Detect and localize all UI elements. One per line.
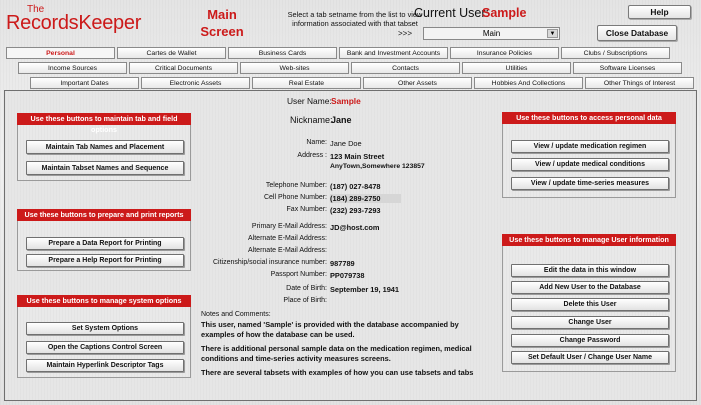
phone-value: (187) 027-8478	[330, 182, 381, 191]
add-user-button[interactable]: Add New User to the Database	[511, 281, 669, 294]
current-user-label: Current User:	[414, 6, 490, 20]
address-line1: 123 Main Street	[330, 152, 385, 161]
citizenship-label: Citizenship/social insurance number:	[213, 259, 327, 266]
alt-email-label-2: Alternate E-Mail Address:	[248, 247, 327, 254]
maintain-tab-names-button[interactable]: Maintain Tab Names and Placement	[26, 140, 184, 154]
tab-electronic-assets[interactable]: Electronic Assets	[141, 77, 250, 89]
user-info-group: Use these buttons to manage User informa…	[502, 234, 676, 372]
system-options-group: Use these buttons to manage system optio…	[17, 295, 191, 378]
time-series-measures-button[interactable]: View / update time-series measures	[511, 177, 669, 190]
tab-utilities[interactable]: Utilities	[462, 62, 571, 74]
dob-label: Date of Birth:	[286, 285, 327, 292]
close-database-button[interactable]: Close Database	[597, 25, 677, 41]
maintain-tabset-names-button[interactable]: Maintain Tabset Names and Sequence	[26, 161, 184, 175]
tab-software-licenses[interactable]: Software Licenses	[573, 62, 682, 74]
arrow-indicator: >>>	[398, 29, 413, 38]
tabset-select[interactable]: Main ▼	[423, 27, 560, 40]
set-system-options-button[interactable]: Set System Options	[26, 322, 184, 335]
change-password-button[interactable]: Change Password	[511, 334, 669, 347]
tabset-select-value: Main	[482, 29, 501, 38]
tab-business-cards[interactable]: Business Cards	[228, 47, 337, 59]
email-value: JD@host.com	[330, 223, 380, 232]
brand-logo: RecordsKeeper	[6, 12, 142, 34]
reports-group: Use these buttons to prepare and print r…	[17, 209, 191, 271]
edit-data-button[interactable]: Edit the data in this window	[511, 264, 669, 277]
phone-label: Telephone Number:	[265, 182, 327, 189]
address-label: Address :	[297, 152, 327, 159]
tab-other-assets[interactable]: Other Assets	[363, 77, 472, 89]
screen-title-line1: Main	[207, 7, 237, 22]
personal-data-group: Use these buttons to access personal dat…	[502, 112, 676, 198]
notes-paragraph-2: There is additional personal sample data…	[201, 344, 472, 363]
notes-paragraph-3: There are several tabsets with examples …	[201, 368, 474, 377]
set-default-user-button[interactable]: Set Default User / Change User Name	[511, 351, 669, 364]
tab-field-options-group: Use these buttons to maintain tab and fi…	[17, 113, 191, 181]
tab-other-things[interactable]: Other Things of Interest	[585, 77, 694, 89]
tabset-instructions: Select a tab setname from the list to vi…	[287, 10, 423, 28]
screen-title: Main Screen	[192, 6, 252, 40]
tab-contacts[interactable]: Contacts	[351, 62, 460, 74]
system-options-title: Use these buttons to manage system optio…	[17, 295, 191, 307]
help-button[interactable]: Help	[628, 5, 691, 19]
chevron-down-icon[interactable]: ▼	[547, 29, 558, 38]
tab-web-sites[interactable]: Web-sites	[240, 62, 349, 74]
screen-title-line2: Screen	[200, 24, 244, 39]
prepare-help-report-button[interactable]: Prepare a Help Report for Printing	[26, 254, 184, 267]
user-info-title: Use these buttons to manage User informa…	[502, 234, 676, 246]
current-user-value: Sample	[482, 6, 527, 20]
cell-label: Cell Phone Number:	[263, 194, 327, 201]
alt-email-label-1: Alternate E-Mail Address:	[248, 235, 327, 242]
notes-label: Notes and Comments:	[201, 311, 271, 318]
fax-label: Fax Number:	[286, 206, 327, 213]
reports-title: Use these buttons to prepare and print r…	[17, 209, 191, 221]
passport-label: Passport Number:	[270, 271, 327, 278]
tab-important-dates[interactable]: Important Dates	[30, 77, 139, 89]
notes-paragraph-1: This user, named 'Sample' is provided wi…	[201, 320, 459, 339]
tab-field-options-title: Use these buttons to maintain tab and fi…	[17, 113, 191, 134]
captions-control-button[interactable]: Open the Captions Control Screen	[26, 341, 184, 354]
address-line2: AnyTown,Somewhere 123857	[330, 163, 425, 170]
fax-value: (232) 293-7293	[330, 206, 381, 215]
tab-personal[interactable]: Personal	[6, 47, 115, 59]
tab-insurance-policies[interactable]: Insurance Policies	[450, 47, 559, 59]
tab-hobbies-collections[interactable]: Hobbies And Collections	[474, 77, 583, 89]
username-label: User Name:	[287, 96, 332, 106]
delete-user-button[interactable]: Delete this User	[511, 298, 669, 311]
change-user-button[interactable]: Change User	[511, 316, 669, 329]
nickname-label: Nickname:	[290, 115, 333, 125]
prepare-data-report-button[interactable]: Prepare a Data Report for Printing	[26, 237, 184, 250]
tab-critical-documents[interactable]: Critical Documents	[129, 62, 238, 74]
personal-data-title: Use these buttons to access personal dat…	[502, 112, 676, 124]
citizenship-value: 987789	[330, 259, 355, 268]
name-label: Name:	[306, 139, 327, 146]
tab-bank-investment[interactable]: Bank and Investment Accounts	[339, 47, 448, 59]
tab-real-estate[interactable]: Real Estate	[252, 77, 361, 89]
email-label: Primary E-Mail Address:	[251, 223, 327, 230]
passport-value: PP079738	[330, 271, 365, 280]
dob-value: September 19, 1941	[330, 285, 400, 294]
nickname-value: Jane	[331, 115, 352, 125]
name-value: Jane Doe	[330, 139, 362, 148]
medication-regimen-button[interactable]: View / update medication regimen	[511, 140, 669, 153]
tab-income-sources[interactable]: Income Sources	[18, 62, 127, 74]
tab-clubs-subscriptions[interactable]: Clubs / Subscriptions	[561, 47, 670, 59]
hyperlink-tags-button[interactable]: Maintain Hyperlink Descriptor Tags	[26, 359, 184, 372]
pob-label: Place of Birth:	[283, 297, 327, 304]
medical-conditions-button[interactable]: View / update medical conditions	[511, 158, 669, 171]
tab-cartes-de-wallet[interactable]: Cartes de Wallet	[117, 47, 226, 59]
cell-value: (184) 289-2750	[330, 194, 401, 203]
username-value: Sample	[331, 96, 361, 106]
